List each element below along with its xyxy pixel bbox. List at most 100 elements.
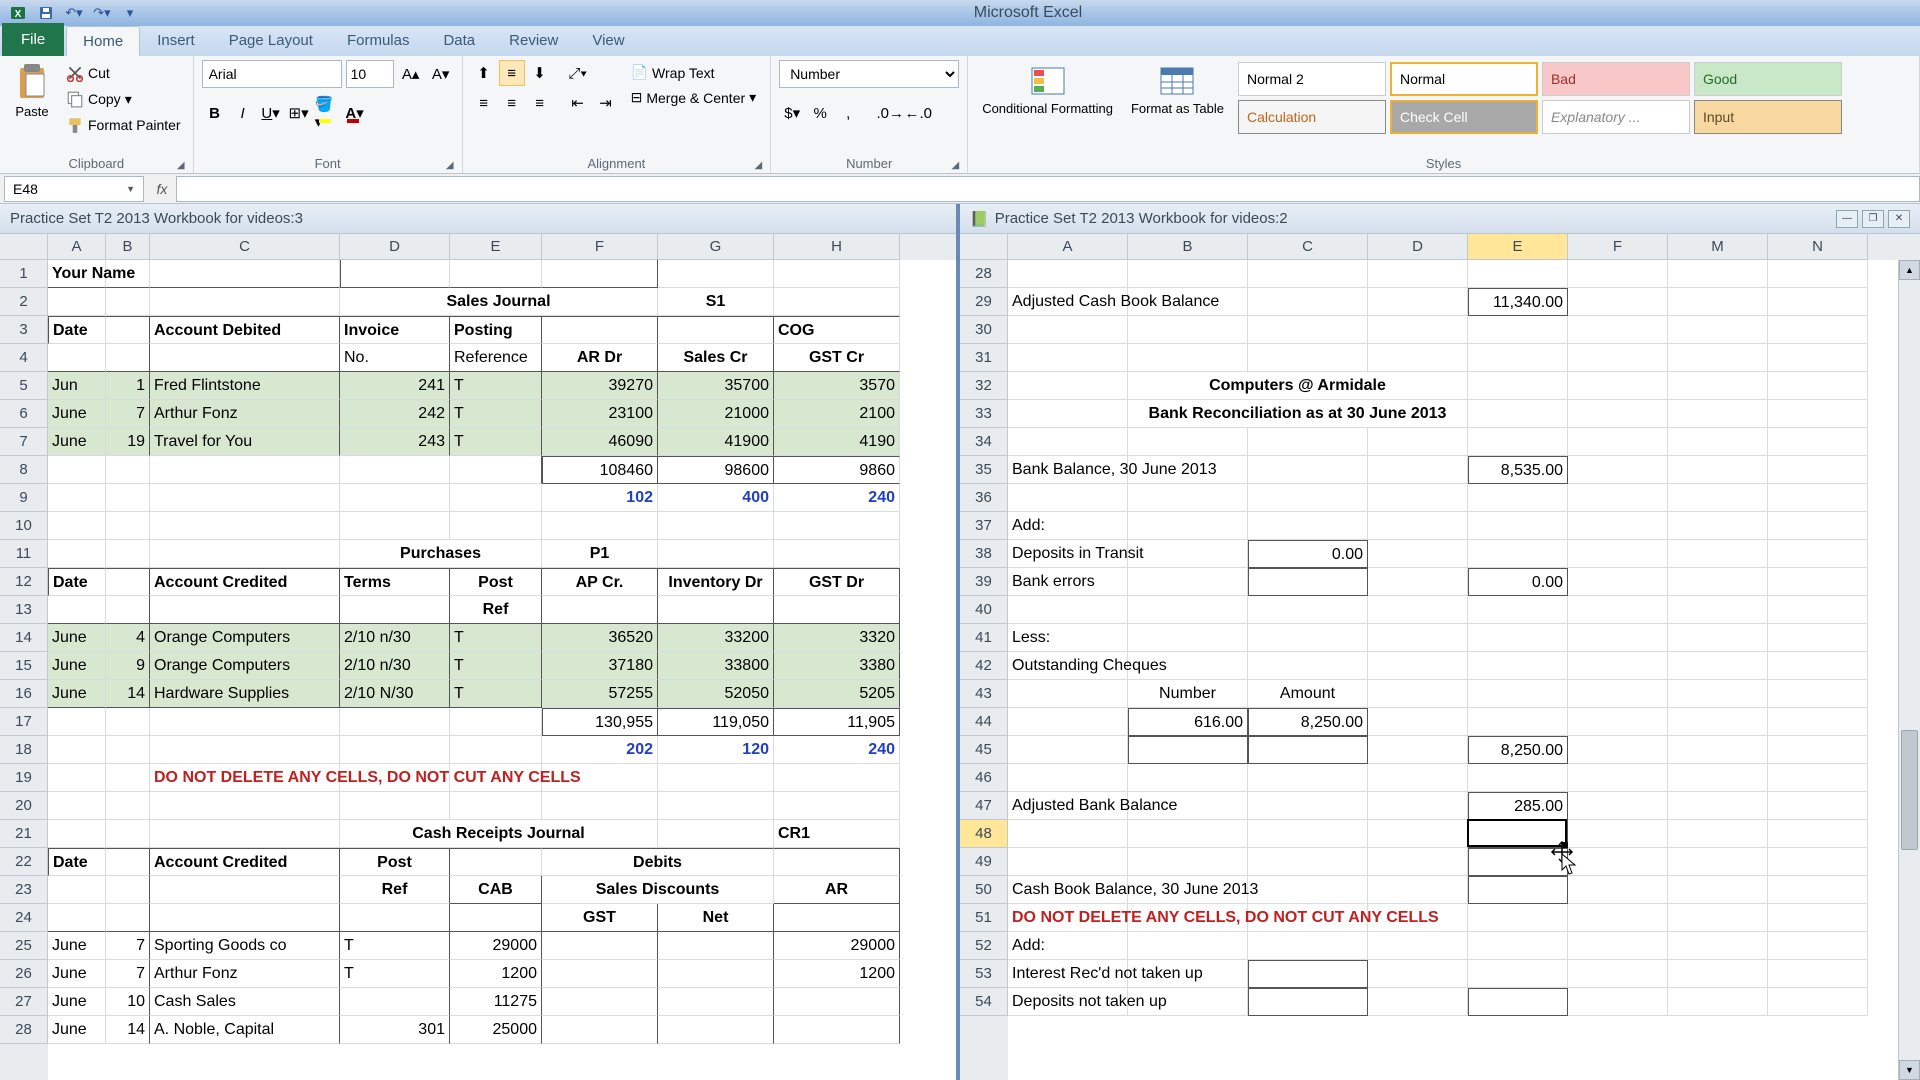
cell-D52[interactable] [1368, 932, 1468, 960]
cell-styles-gallery[interactable]: Normal 2 Normal Bad Good Calculation Che… [1236, 60, 1844, 136]
cell-D24[interactable] [340, 904, 450, 932]
cell-E4[interactable]: Reference [450, 344, 542, 372]
cell-E17[interactable] [450, 708, 542, 736]
cell-A4[interactable] [48, 344, 106, 372]
cell-D46[interactable] [1368, 764, 1468, 792]
increase-font-icon[interactable]: A▴ [398, 61, 424, 87]
cell-A2[interactable] [48, 288, 106, 316]
cell-H7[interactable]: 4190 [774, 428, 900, 456]
cell-C28[interactable]: A. Noble, Capital [150, 1016, 340, 1044]
cell-N48[interactable] [1768, 820, 1868, 848]
scroll-down-icon[interactable]: ▼ [1899, 1060, 1920, 1080]
cell-E18[interactable] [450, 736, 542, 764]
cell-B16[interactable]: 14 [106, 680, 150, 708]
cell-N34[interactable] [1768, 428, 1868, 456]
cell-A34[interactable] [1008, 428, 1128, 456]
cell-M39[interactable] [1668, 568, 1768, 596]
cell-F15[interactable]: 37180 [542, 652, 658, 680]
row-header-32[interactable]: 32 [960, 372, 1008, 400]
style-calculation[interactable]: Calculation [1238, 100, 1386, 134]
cell-C24[interactable] [150, 904, 340, 932]
cell-M37[interactable] [1668, 512, 1768, 540]
cell-F9[interactable]: 102 [542, 484, 658, 512]
cell-M44[interactable] [1668, 708, 1768, 736]
row-header-10[interactable]: 10 [0, 512, 48, 540]
cell-H19[interactable] [774, 764, 900, 792]
tab-insert[interactable]: Insert [140, 25, 212, 56]
decrease-font-icon[interactable]: A▾ [428, 61, 454, 87]
cell-N46[interactable] [1768, 764, 1868, 792]
row-header-47[interactable]: 47 [960, 792, 1008, 820]
cell-C47[interactable] [1248, 792, 1368, 820]
cell-C11[interactable] [150, 540, 340, 568]
cell-M50[interactable] [1668, 876, 1768, 904]
row-header-53[interactable]: 53 [960, 960, 1008, 988]
cell-D21[interactable]: Cash Receipts Journal [340, 820, 658, 848]
row-header-28[interactable]: 28 [960, 260, 1008, 288]
cell-A37[interactable]: Add: [1008, 512, 1128, 540]
cell-M28[interactable] [1668, 260, 1768, 288]
cell-G4[interactable]: Sales Cr [658, 344, 774, 372]
tab-review[interactable]: Review [492, 25, 575, 56]
cell-E47[interactable]: 285.00 [1468, 792, 1568, 820]
cell-F28[interactable] [542, 1016, 658, 1044]
percent-format-icon[interactable]: % [807, 100, 833, 126]
cell-C44[interactable]: 8,250.00 [1248, 708, 1368, 736]
italic-button[interactable]: I [230, 100, 256, 126]
cell-M53[interactable] [1668, 960, 1768, 988]
align-center-icon[interactable]: ≡ [499, 90, 525, 116]
cell-D17[interactable] [340, 708, 450, 736]
cell-A35[interactable]: Bank Balance, 30 June 2013 [1008, 456, 1128, 484]
cell-E37[interactable] [1468, 512, 1568, 540]
row-header-45[interactable]: 45 [960, 736, 1008, 764]
cell-G24[interactable]: Net [658, 904, 774, 932]
cell-G8[interactable]: 98600 [658, 456, 774, 484]
cell-F54[interactable] [1568, 988, 1668, 1016]
row-headers-right[interactable]: 2829303132333435363738394041424344454647… [960, 260, 1008, 1080]
cell-E32[interactable] [1468, 372, 1568, 400]
tab-view[interactable]: View [575, 25, 641, 56]
row-header-3[interactable]: 3 [0, 316, 48, 344]
cell-C8[interactable] [150, 456, 340, 484]
cell-F43[interactable] [1568, 680, 1668, 708]
cell-D40[interactable] [1368, 596, 1468, 624]
fx-icon[interactable]: fx [148, 181, 176, 197]
row-header-29[interactable]: 29 [960, 288, 1008, 316]
cell-C35[interactable] [1248, 456, 1368, 484]
cell-B23[interactable] [106, 876, 150, 904]
cell-F46[interactable] [1568, 764, 1668, 792]
cell-A6[interactable]: June [48, 400, 106, 428]
cell-H1[interactable] [774, 260, 900, 288]
cell-B26[interactable]: 7 [106, 960, 150, 988]
cell-B33[interactable]: Bank Reconciliation as at 30 June 2013 [1128, 400, 1468, 428]
cell-M48[interactable] [1668, 820, 1768, 848]
cell-A3[interactable]: Date [48, 316, 106, 344]
cell-G14[interactable]: 33200 [658, 624, 774, 652]
cell-C19[interactable]: DO NOT DELETE ANY CELLS, DO NOT CUT ANY … [150, 764, 340, 792]
col-header-F[interactable]: F [1568, 234, 1668, 260]
cell-F30[interactable] [1568, 316, 1668, 344]
row-header-31[interactable]: 31 [960, 344, 1008, 372]
col-header-F[interactable]: F [542, 234, 658, 260]
cell-F39[interactable] [1568, 568, 1668, 596]
cell-D42[interactable] [1368, 652, 1468, 680]
cell-N28[interactable] [1768, 260, 1868, 288]
tab-home[interactable]: Home [66, 26, 140, 56]
cell-A7[interactable]: June [48, 428, 106, 456]
row-headers-left[interactable]: 1234567891011121314151617181920212223242… [0, 260, 48, 1080]
cell-H28[interactable] [774, 1016, 900, 1044]
cell-M36[interactable] [1668, 484, 1768, 512]
cell-H17[interactable]: 11,905 [774, 708, 900, 736]
cell-F10[interactable] [542, 512, 658, 540]
cell-A53[interactable]: Interest Rec'd not taken up [1008, 960, 1128, 988]
cell-F53[interactable] [1568, 960, 1668, 988]
cell-A21[interactable] [48, 820, 106, 848]
row-header-1[interactable]: 1 [0, 260, 48, 288]
cell-G10[interactable] [658, 512, 774, 540]
format-as-table-button[interactable]: Format as Table [1125, 60, 1230, 118]
cell-C23[interactable] [150, 876, 340, 904]
cell-N44[interactable] [1768, 708, 1868, 736]
cell-A29[interactable]: Adjusted Cash Book Balance [1008, 288, 1128, 316]
row-header-43[interactable]: 43 [960, 680, 1008, 708]
cell-E33[interactable] [1468, 400, 1568, 428]
